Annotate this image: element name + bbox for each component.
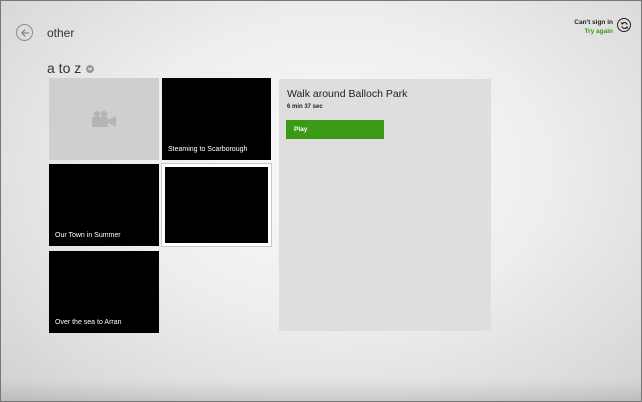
chevron-down-icon [86,65,95,73]
page-title: other [47,26,75,40]
play-button[interactable]: Play [286,120,384,139]
cant-sign-in-label: Can't sign in [574,19,613,26]
video-tile-our-town-in-summer[interactable]: Our Town in Summer [49,164,159,246]
video-tile-over-the-sea-to-arran[interactable]: Over the sea to Arran [49,251,159,333]
video-tile-placeholder[interactable] [49,78,159,160]
section-header-a-to-z[interactable]: a to z [47,60,95,76]
sync-icon [620,21,628,29]
back-arrow-icon [20,28,29,37]
try-again-link[interactable]: Try again [574,27,613,36]
video-detail-panel: Walk around Balloch Park 6 min 37 sec Pl… [279,79,491,331]
tile-caption: Our Town in Summer [55,232,121,239]
sign-in-status: Can't sign in Try again [574,18,613,36]
sync-button[interactable] [617,18,631,32]
tile-caption: Steaming to Scarborough [168,146,248,153]
section-title: a to z [47,60,82,76]
video-tile-selected[interactable] [161,163,272,247]
video-title: Walk around Balloch Park [287,88,408,100]
video-tile-steaming-to-scarborough[interactable]: Steaming to Scarborough [162,78,271,160]
back-button[interactable] [16,24,33,41]
video-duration: 6 min 37 sec [287,104,323,110]
tile-caption: Over the sea to Arran [55,319,122,326]
bottom-shadow-band [1,379,641,401]
video-camera-icon [92,110,116,127]
